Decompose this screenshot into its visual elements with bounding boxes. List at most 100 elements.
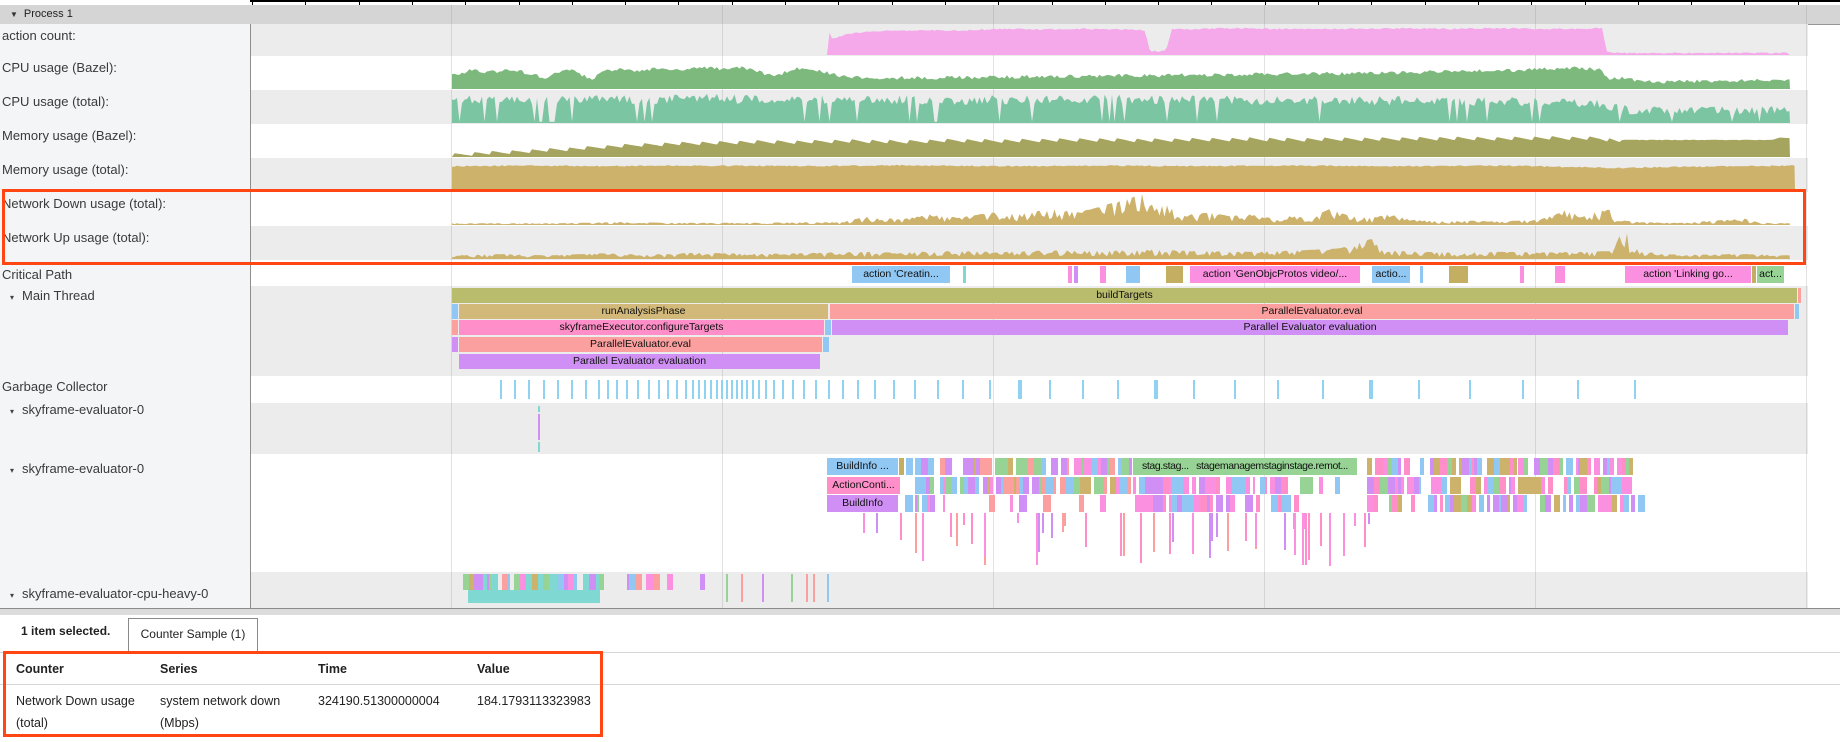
- skyframe-slice[interactable]: [1398, 495, 1403, 512]
- gc-tick[interactable]: [571, 380, 573, 399]
- skyframe-slice[interactable]: [1104, 477, 1107, 494]
- triangle-down-icon[interactable]: ▾: [2, 407, 22, 416]
- skyframe-slice[interactable]: [1051, 458, 1059, 475]
- skyframe-slice[interactable]: [1407, 477, 1414, 494]
- skyframe-slice[interactable]: [943, 495, 945, 512]
- gc-tick[interactable]: [698, 380, 700, 399]
- gc-tick[interactable]: [736, 380, 738, 399]
- row-critical-path[interactable]: [250, 260, 1808, 286]
- skyframe-slice[interactable]: [1175, 477, 1183, 494]
- skyframe-slice[interactable]: [1420, 458, 1424, 475]
- tab-counter-sample[interactable]: Counter Sample (1): [128, 618, 258, 651]
- skyframe-slice[interactable]: [1487, 458, 1495, 475]
- skyframe-slice[interactable]: [1067, 458, 1070, 475]
- sky1-marker[interactable]: [538, 406, 540, 412]
- cpu-heavy-slice[interactable]: [589, 574, 596, 590]
- skyframe-slice[interactable]: [1367, 458, 1372, 475]
- main-thread-slice[interactable]: ParallelEvaluator.eval: [459, 337, 822, 352]
- skyframe-slice[interactable]: [1041, 458, 1046, 475]
- skyframe-slice[interactable]: [1245, 495, 1253, 512]
- skyframe-slice[interactable]: [928, 458, 934, 475]
- timeline-area[interactable]: action count:CPU usage (Bazel):CPU usage…: [0, 0, 1840, 608]
- skyframe-slice[interactable]: [1612, 495, 1617, 512]
- skyframe-slice[interactable]: [1373, 495, 1379, 512]
- skyframe-slice[interactable]: [1135, 495, 1143, 512]
- skyframe-slice[interactable]: [1567, 477, 1571, 494]
- critical-path-slice[interactable]: act...: [1757, 266, 1784, 283]
- skyframe-slice[interactable]: [1335, 477, 1341, 494]
- skyframe-dangle-slice[interactable]: [1051, 513, 1053, 538]
- skyframe-slice[interactable]: BuildInfo: [827, 495, 898, 512]
- skyframe-dangle-slice[interactable]: [1364, 513, 1366, 547]
- skyframe-slice[interactable]: [1367, 477, 1374, 494]
- skyframe-slice[interactable]: [1594, 458, 1599, 475]
- gc-tick[interactable]: [500, 380, 502, 399]
- gc-tick[interactable]: [803, 380, 805, 399]
- gc-tick[interactable]: [710, 380, 712, 399]
- cpu-heavy-slice[interactable]: [599, 574, 603, 590]
- critical-path-slice[interactable]: [1166, 266, 1183, 283]
- sky1-marker[interactable]: [538, 414, 540, 440]
- skyframe-slice[interactable]: [1545, 495, 1551, 512]
- gc-tick[interactable]: [731, 380, 733, 399]
- triangle-down-icon[interactable]: ▾: [2, 466, 22, 475]
- skyframe-slice[interactable]: [1472, 495, 1477, 512]
- skyframe-slice[interactable]: [1265, 477, 1267, 494]
- skyframe-dangle-slice[interactable]: [1140, 513, 1142, 563]
- gc-tick[interactable]: [746, 380, 748, 399]
- critical-path-slice[interactable]: [963, 266, 966, 283]
- skyframe-dangle-slice[interactable]: [1245, 513, 1247, 541]
- gc-tick[interactable]: [616, 380, 618, 399]
- skyframe-slice[interactable]: [1523, 495, 1527, 512]
- action-count-chart[interactable]: [250, 24, 1840, 56]
- gc-tick[interactable]: [741, 380, 743, 399]
- skyframe-slice[interactable]: [980, 458, 987, 475]
- skyframe-dangle-slice[interactable]: [1211, 513, 1213, 541]
- skyframe-slice[interactable]: [1192, 477, 1196, 494]
- skyframe-slice[interactable]: [988, 458, 993, 475]
- gc-tick[interactable]: [962, 380, 964, 399]
- skyframe-slice[interactable]: [1580, 477, 1586, 494]
- skyframe-dangle-slice[interactable]: [1038, 513, 1040, 552]
- skyframe-slice[interactable]: [1306, 477, 1313, 494]
- skyframe-slice[interactable]: [1566, 458, 1573, 475]
- main-thread-slice[interactable]: Parallel Evaluator evaluation: [832, 320, 1788, 335]
- skyframe-dangle-slice[interactable]: [956, 513, 958, 546]
- gc-tick[interactable]: [1322, 380, 1324, 399]
- skyframe-slice[interactable]: [1526, 477, 1534, 494]
- skyframe-slice[interactable]: [1045, 477, 1052, 494]
- critical-path-slice[interactable]: [1520, 266, 1524, 283]
- skyframe-slice[interactable]: [921, 458, 928, 475]
- track-label-skyframe-evaluator-0b[interactable]: ▾skyframe-evaluator-0: [2, 461, 144, 476]
- memory-usage-bazel--chart[interactable]: [250, 124, 1840, 158]
- cpu-heavy-slice[interactable]: [726, 574, 728, 602]
- skyframe-slice[interactable]: [1440, 495, 1442, 512]
- skyframe-slice[interactable]: [1043, 495, 1051, 512]
- skyframe-dangle-slice[interactable]: [1085, 513, 1087, 547]
- skyframe-slice[interactable]: [1127, 477, 1131, 494]
- skyframe-slice[interactable]: [1638, 495, 1644, 512]
- gc-tick[interactable]: [1049, 380, 1051, 399]
- main-thread-slice[interactable]: [823, 337, 829, 352]
- skyframe-slice[interactable]: [1533, 477, 1541, 494]
- skyframe-dangle-slice[interactable]: [876, 513, 878, 533]
- main-thread-slice[interactable]: [825, 320, 831, 335]
- cpu-heavy-slice[interactable]: [557, 574, 564, 590]
- skyframe-slice[interactable]: [1375, 458, 1382, 475]
- skyframe-slice[interactable]: [1091, 458, 1098, 475]
- gc-tick[interactable]: [765, 380, 767, 399]
- cpu-heavy-slice[interactable]: [636, 574, 642, 590]
- skyframe-slice[interactable]: [989, 495, 996, 512]
- skyframe-slice[interactable]: [1294, 495, 1298, 512]
- skyframe-dangle-slice[interactable]: [1320, 513, 1322, 546]
- skyframe-dangle-slice[interactable]: [1354, 513, 1356, 526]
- skyframe-slice[interactable]: [1563, 495, 1566, 512]
- skyframe-slice[interactable]: [1023, 477, 1028, 494]
- main-thread-slice[interactable]: [452, 320, 458, 335]
- skyframe-dangle-slice[interactable]: [1302, 513, 1304, 565]
- skyframe-dangle-slice[interactable]: [922, 513, 924, 561]
- skyframe-dangle-slice[interactable]: [1036, 513, 1038, 565]
- skyframe-slice[interactable]: [1101, 458, 1108, 475]
- skyframe-slice[interactable]: [1008, 458, 1013, 475]
- skyframe-slice[interactable]: [1560, 458, 1562, 475]
